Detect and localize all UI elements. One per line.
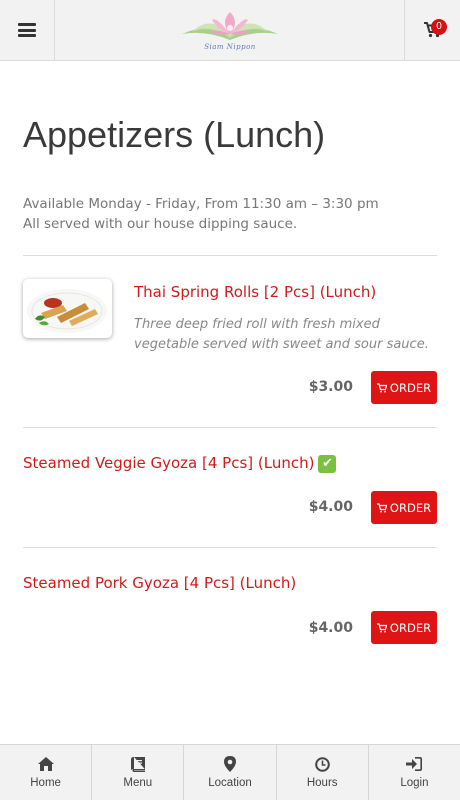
item-name-row[interactable]: Steamed Veggie Gyoza [4 Pcs] (Lunch) ✔ [23, 454, 337, 473]
cart-plus-icon [376, 502, 387, 512]
item-name[interactable]: Steamed Pork Gyoza [4 Pcs] (Lunch) [23, 574, 296, 592]
clock-icon [314, 756, 330, 772]
cart-plus-icon [376, 382, 387, 392]
divider [23, 547, 437, 548]
nav-label: Location [208, 777, 252, 789]
description-line-2: All served with our house dipping sauce. [23, 216, 298, 232]
divider [23, 255, 437, 256]
order-button-label: ORDER [389, 620, 432, 635]
nav-hours[interactable]: Hours [277, 745, 369, 800]
menu-toggle-button[interactable] [0, 0, 55, 60]
home-icon [37, 756, 54, 772]
vegetarian-check-icon: ✔ [318, 455, 337, 473]
item-name: Steamed Veggie Gyoza [4 Pcs] (Lunch) [23, 454, 315, 472]
nav-label: Hours [306, 777, 338, 789]
app-header: Siam Nippon 0 [0, 0, 460, 61]
item-name[interactable]: Thai Spring Rolls [2 Pcs] (Lunch) [134, 283, 376, 301]
item-description: Three deep fried roll with fresh mixed v… [134, 317, 429, 352]
cart-count-badge: 0 [431, 19, 447, 35]
nav-location[interactable]: Location [184, 745, 277, 800]
cart-button[interactable]: 0 [404, 0, 460, 60]
category-description: Available Monday - Friday, From 11:30 am… [23, 194, 443, 234]
order-button[interactable]: ORDER [371, 371, 437, 404]
map-marker-icon [222, 756, 238, 772]
sign-in-icon [406, 756, 423, 772]
spring-rolls-image[interactable] [23, 279, 112, 338]
divider [23, 427, 437, 428]
order-button-label: ORDER [389, 380, 432, 395]
nav-label: Home [30, 777, 61, 789]
lotus-logo-icon [182, 12, 278, 40]
description-line-1: Available Monday - Friday, From 11:30 am… [23, 196, 379, 212]
book-icon [130, 756, 146, 772]
bottom-nav: Home Menu Location Hours Login [0, 744, 460, 800]
item-price: $3.00 [308, 379, 353, 395]
hamburger-icon [18, 23, 36, 37]
nav-label: Menu [123, 777, 153, 789]
order-button[interactable]: ORDER [371, 491, 437, 524]
logo[interactable]: Siam Nippon [178, 8, 282, 54]
nav-label: Login [400, 777, 429, 789]
nav-menu[interactable]: Menu [92, 745, 185, 800]
nav-home[interactable]: Home [0, 745, 93, 800]
item-price: $4.00 [308, 499, 353, 515]
order-button-label: ORDER [389, 500, 432, 515]
cart-plus-icon [376, 622, 387, 632]
nav-login[interactable]: Login [369, 745, 460, 800]
order-button[interactable]: ORDER [371, 611, 437, 644]
page-title: Appetizers (Lunch) [23, 114, 326, 155]
logo-text: Siam Nippon [204, 43, 256, 51]
item-price: $4.00 [308, 620, 353, 636]
